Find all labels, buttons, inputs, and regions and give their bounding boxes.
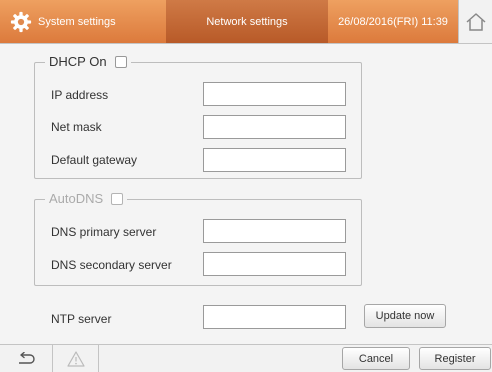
network-settings-title: Network settings [206, 15, 288, 28]
net-mask-field[interactable] [203, 115, 346, 139]
dns-secondary-server-label: DNS secondary server [51, 258, 172, 272]
dhcp-legend: DHCP On [45, 54, 131, 69]
home-icon [466, 12, 485, 31]
dns-secondary-server-field[interactable] [203, 252, 346, 276]
tab-system-settings[interactable]: System settings [0, 0, 166, 43]
ntp-server-field[interactable] [203, 305, 346, 329]
footer-bar: Cancel Register [0, 344, 492, 372]
dns-primary-server-label: DNS primary server [51, 225, 157, 239]
dhcp-label: DHCP On [49, 54, 107, 69]
autodns-legend: AutoDNS [45, 191, 128, 206]
system-settings-label: System settings [38, 15, 116, 28]
title-bar: System settings Network settings 26/08/2… [0, 0, 492, 44]
ntp-server-label: NTP server [51, 312, 112, 326]
ip-address-label: IP address [51, 88, 109, 102]
dns-primary-server-field[interactable] [203, 219, 346, 243]
autodns-label: AutoDNS [49, 191, 104, 206]
update-now-button[interactable]: Update now [364, 304, 446, 328]
home-button[interactable] [458, 0, 492, 43]
cancel-button[interactable]: Cancel [342, 347, 410, 370]
default-gateway-field[interactable] [203, 148, 346, 172]
back-button[interactable] [0, 345, 53, 372]
net-mask-label: Net mask [51, 120, 102, 134]
dhcp-checkbox[interactable] [114, 55, 127, 68]
warning-button[interactable] [53, 345, 99, 372]
register-button[interactable]: Register [419, 347, 491, 370]
default-gateway-label: Default gateway [51, 153, 138, 167]
datetime-text: 26/08/2016(FRI) 11:39 [338, 15, 448, 28]
ip-address-field[interactable] [203, 82, 346, 106]
gear-icon [10, 11, 32, 32]
page-title: Network settings [166, 0, 328, 43]
autodns-checkbox[interactable] [111, 192, 124, 205]
back-arrow-icon [19, 351, 35, 364]
warning-icon [66, 350, 85, 367]
datetime-display: 26/08/2016(FRI) 11:39 [328, 0, 458, 43]
